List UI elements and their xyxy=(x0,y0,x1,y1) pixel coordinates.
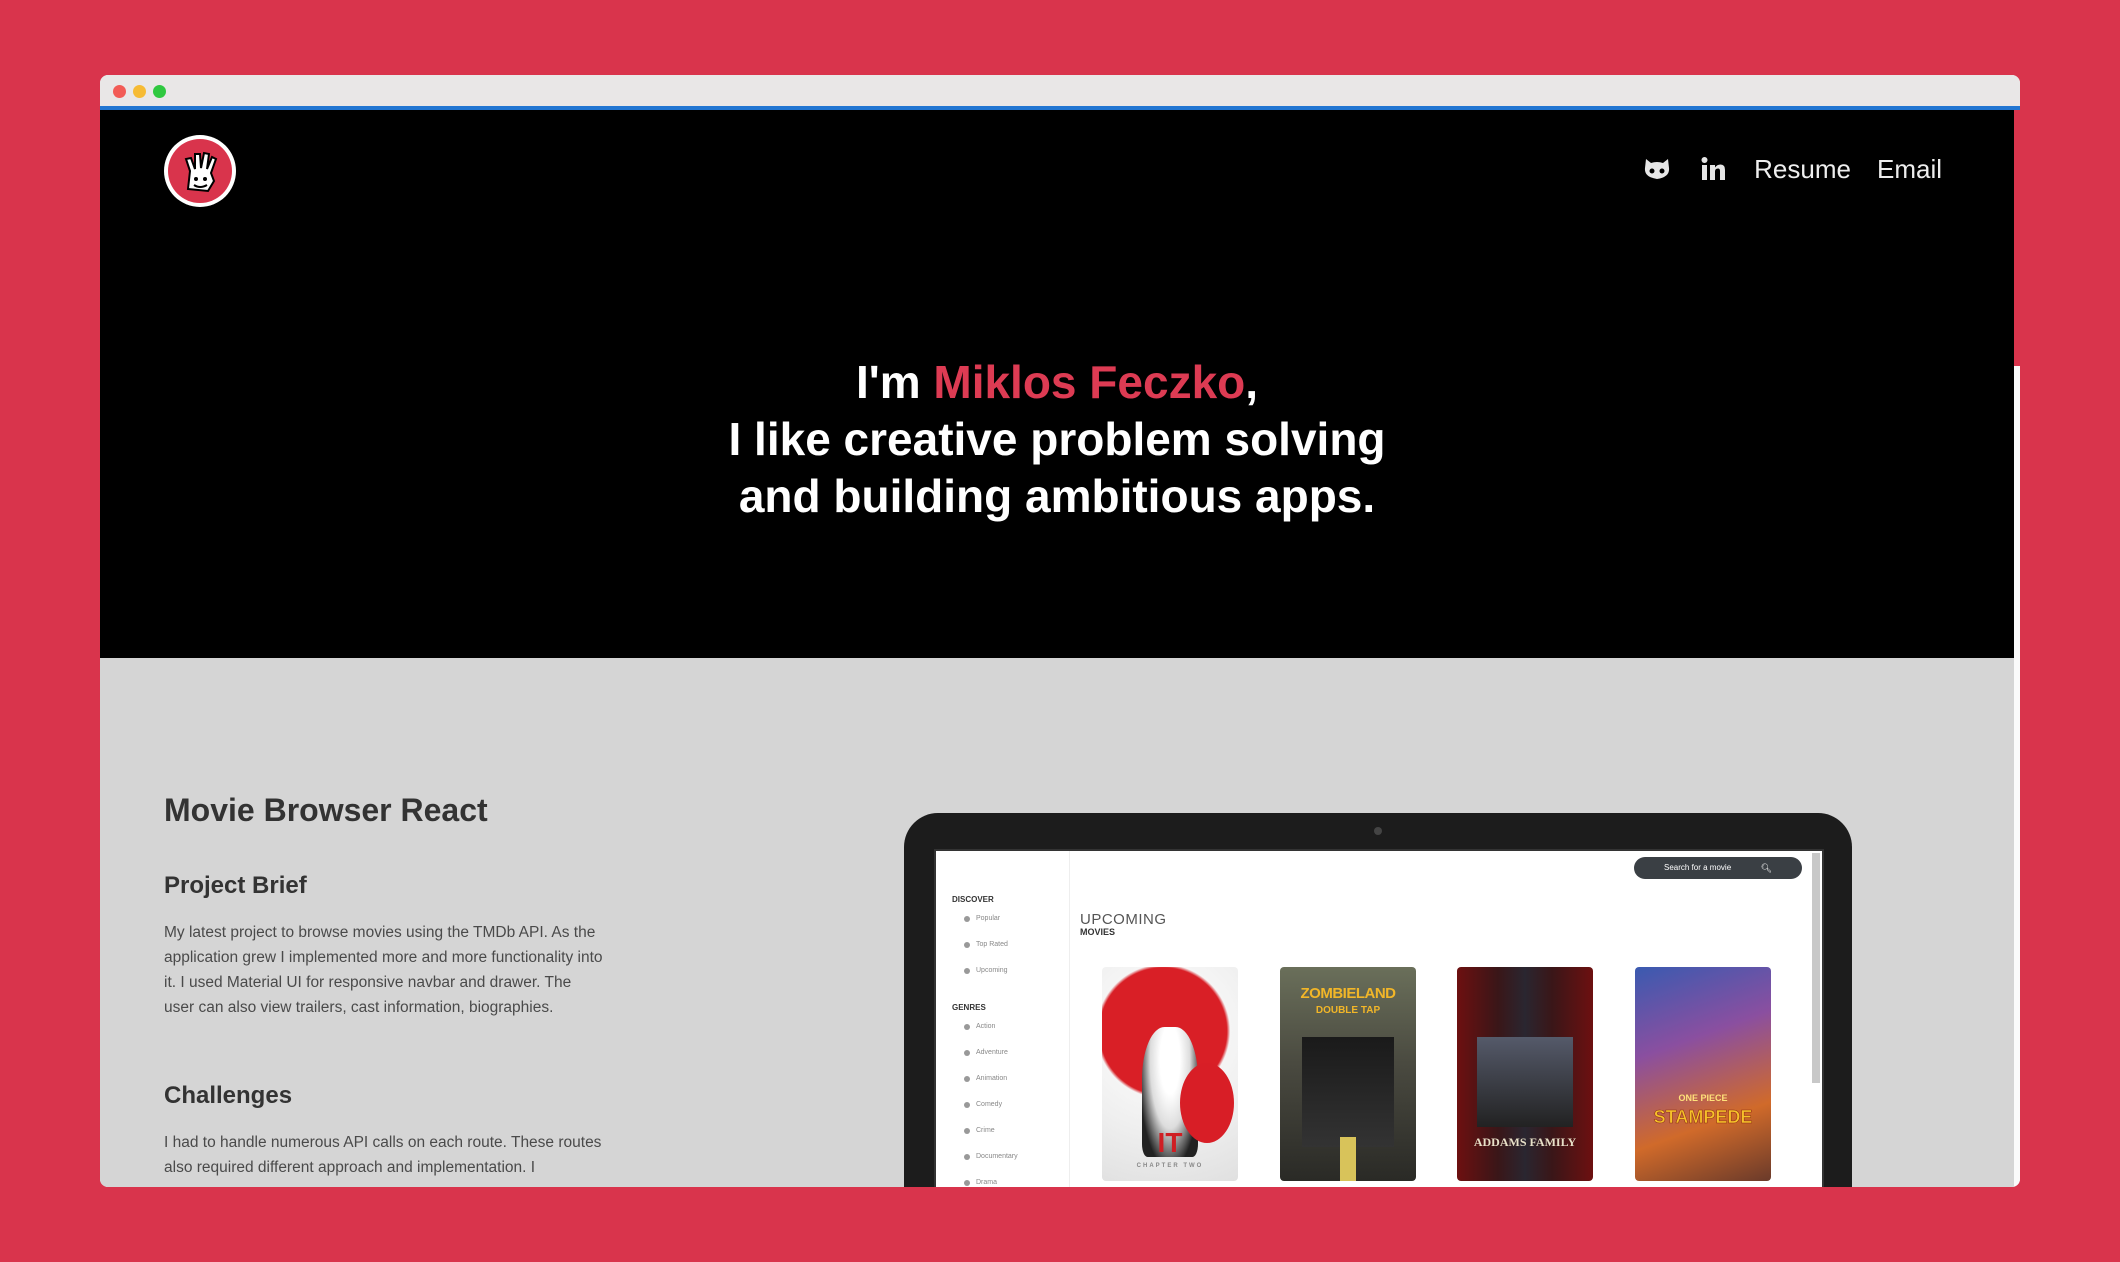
genre-item: Animation xyxy=(964,1075,1007,1082)
genre-item: Documentary xyxy=(964,1153,1018,1160)
genre-label: Comedy xyxy=(976,1101,1003,1108)
genre-dot-icon xyxy=(964,1179,970,1186)
site-logo[interactable] xyxy=(164,135,236,207)
app-section-subtitle: MOVIES xyxy=(1080,927,1116,937)
genre-item: Adventure xyxy=(964,1049,1008,1056)
genre-item: Drama xyxy=(964,1179,997,1186)
hero-name: Miklos Feczko xyxy=(933,356,1246,408)
headline-line-3: and building ambitious apps. xyxy=(738,470,1376,522)
project-title: Movie Browser React xyxy=(164,792,488,828)
poster-title: ZOMBIELAND xyxy=(1300,985,1397,1002)
top-nav: Resume Email xyxy=(1642,154,1942,184)
genre-label: Animation xyxy=(976,1075,1008,1082)
laptop-mockup: Search for a movie 🔍︎ DISCOVER Popular T… xyxy=(904,813,1852,1187)
poster-subtitle: CHAPTER TWO xyxy=(1136,1163,1204,1169)
genre-item: Action xyxy=(964,1023,995,1030)
sidebar-item-top-rated: Top Rated xyxy=(964,941,1008,948)
genre-label: Drama xyxy=(976,1179,998,1186)
poster-subtitle: ONE PIECE xyxy=(1678,1093,1728,1103)
hand-logo-icon xyxy=(168,139,232,203)
sidebar-item-upcoming: Upcoming xyxy=(964,967,1008,974)
headline-line-2: I like creative problem solving xyxy=(728,413,1386,465)
browser-window: Resume Email I'm Miklos Feczko, I like c… xyxy=(100,75,2020,1187)
minimize-window-button[interactable] xyxy=(133,85,146,98)
road-line xyxy=(1340,1137,1356,1181)
cast-figures xyxy=(1302,1037,1394,1147)
sidebar-item-label: Upcoming xyxy=(976,967,1008,974)
challenges-text: I had to handle numerous API calls on ea… xyxy=(164,1134,602,1176)
sidebar-item-label: Popular xyxy=(976,915,1001,922)
poster-title: ADDAMS FAMILY xyxy=(1473,1135,1577,1149)
genre-dot-icon xyxy=(964,1023,970,1030)
poster-subtitle: DOUBLE TAP xyxy=(1315,1005,1381,1016)
genre-item: Crime xyxy=(964,1127,995,1134)
close-window-button[interactable] xyxy=(113,85,126,98)
project-brief-heading: Project Brief xyxy=(164,872,307,899)
resume-link[interactable]: Resume xyxy=(1754,154,1851,184)
github-icon[interactable] xyxy=(1642,154,1672,184)
poster-title: IT xyxy=(1157,1127,1183,1158)
sidebar-item-popular: Popular xyxy=(964,915,1000,922)
genre-dot-icon xyxy=(964,1101,970,1108)
window-titlebar xyxy=(100,75,2020,106)
genre-dot-icon xyxy=(964,1127,970,1134)
app-sidebar: DISCOVER Popular Top Rated Upcoming GENR… xyxy=(936,851,1070,1187)
genre-label: Action xyxy=(976,1023,996,1030)
chart-icon xyxy=(964,941,970,948)
headline-prefix: I'm xyxy=(855,356,934,408)
project-brief-text: My latest project to browse movies using… xyxy=(164,924,603,1016)
maximize-window-button[interactable] xyxy=(153,85,166,98)
linkedin-icon[interactable] xyxy=(1698,154,1728,184)
calendar-icon xyxy=(964,967,970,974)
genre-item: Comedy xyxy=(964,1101,1002,1108)
sidebar-item-label: Top Rated xyxy=(976,941,1008,948)
app-scrollbar xyxy=(1812,853,1820,1083)
genre-dot-icon xyxy=(964,1049,970,1056)
genres-heading: GENRES xyxy=(952,1003,986,1012)
search-icon: 🔍︎ xyxy=(1760,863,1772,873)
genre-dot-icon xyxy=(964,1075,970,1082)
genre-label: Adventure xyxy=(976,1049,1008,1056)
movie-poster: IT CHAPTER TWO xyxy=(1102,967,1238,1181)
hero-section: Resume Email I'm Miklos Feczko, I like c… xyxy=(100,110,2014,658)
hero-headline: I'm Miklos Feczko, I like creative probl… xyxy=(100,354,2014,525)
headline-comma: , xyxy=(1245,356,1259,408)
movie-poster: ZOMBIELAND DOUBLE TAP xyxy=(1280,967,1416,1181)
discover-heading: DISCOVER xyxy=(952,895,994,904)
laptop-camera xyxy=(1374,827,1382,835)
project-section: Movie Browser React Project Brief My lat… xyxy=(100,658,2014,1187)
poster-title: STAMPEDE xyxy=(1653,1107,1753,1128)
page-scrollbar-thumb[interactable] xyxy=(2014,110,2020,366)
family-figures xyxy=(1477,1037,1573,1127)
movie-poster: ADDAMS FAMILY xyxy=(1457,967,1593,1181)
genre-dot-icon xyxy=(964,1153,970,1160)
genre-label: Crime xyxy=(976,1127,995,1134)
app-section-title: UPCOMING xyxy=(1080,911,1167,928)
email-link[interactable]: Email xyxy=(1877,154,1942,184)
app-search-bar: Search for a movie 🔍︎ xyxy=(1634,857,1802,879)
app-search-placeholder: Search for a movie xyxy=(1664,863,1732,872)
app-screenshot[interactable]: Search for a movie 🔍︎ DISCOVER Popular T… xyxy=(934,849,1824,1187)
heart-icon xyxy=(964,915,970,922)
movie-poster: ONE PIECE STAMPEDE xyxy=(1635,967,1771,1181)
genre-label: Documentary xyxy=(976,1153,1018,1160)
page-viewport: Resume Email I'm Miklos Feczko, I like c… xyxy=(100,110,2014,1187)
challenges-heading: Challenges xyxy=(164,1082,293,1109)
